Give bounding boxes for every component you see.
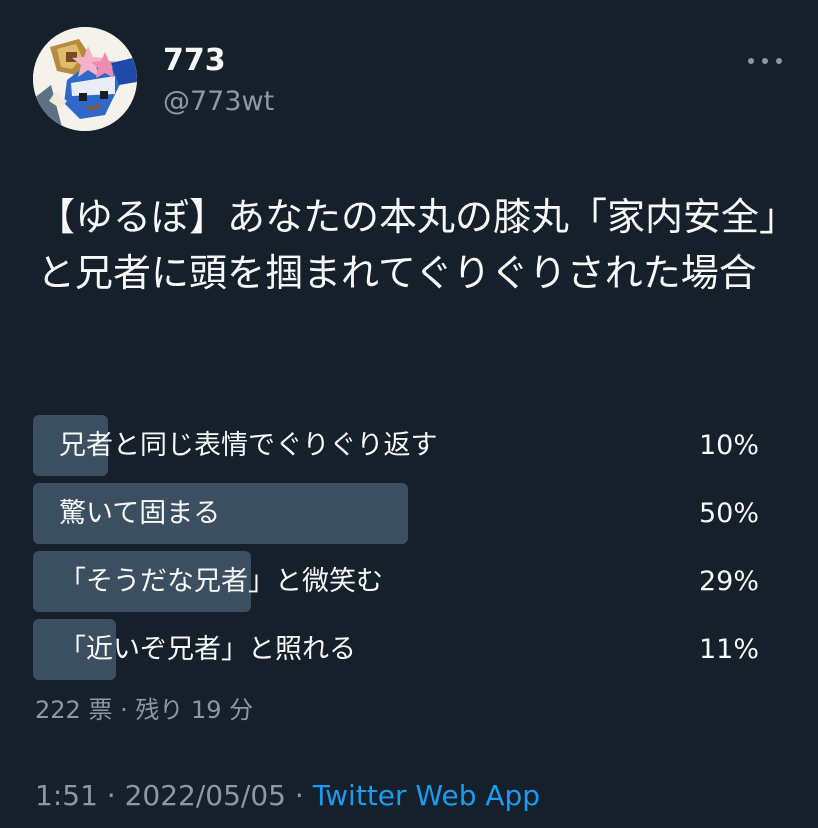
poll-option-percent: 50% — [698, 498, 759, 529]
poll-option-percent: 10% — [698, 430, 759, 461]
poll-option-label: 兄者と同じ表情でぐりぐり返す — [59, 430, 438, 461]
poll-option-label: 驚いて固まる — [59, 498, 221, 529]
more-horizontal-icon[interactable] — [748, 51, 782, 71]
display-name[interactable]: 773 — [163, 43, 226, 79]
timestamp-separator: · — [285, 779, 313, 812]
tweet-text: 【ゆるぼ】あなたの本丸の膝丸「家内安全」と兄者に頭を掴まれてぐりぐりされた場合 — [37, 195, 779, 295]
more-dot — [762, 58, 768, 64]
handle[interactable]: @773wt — [163, 85, 274, 119]
more-dot — [748, 58, 754, 64]
source-app-link[interactable]: Twitter Web App — [313, 779, 540, 812]
tweet-timestamp: 1:51 · 2022/05/05 · Twitter Web App — [35, 778, 540, 814]
more-dot — [776, 58, 782, 64]
poll-option-percent: 29% — [698, 566, 759, 597]
poll-option: 「近いぞ兄者」と照れる 11% — [33, 619, 759, 680]
avatar-image — [33, 27, 137, 131]
poll-option-percent: 11% — [698, 634, 759, 665]
tweet-time[interactable]: 1:51 — [35, 779, 98, 812]
tweet-date[interactable]: 2022/05/05 — [125, 779, 286, 812]
poll-remaining: 残り 19 分 — [135, 696, 254, 724]
poll-option-label: 「近いぞ兄者」と照れる — [59, 634, 356, 665]
avatar[interactable] — [33, 27, 137, 131]
timestamp-separator: · — [97, 779, 125, 812]
poll-option: 驚いて固まる 50% — [33, 483, 759, 544]
poll-option-label: 「そうだな兄者」と微笑む — [59, 566, 383, 597]
poll: 兄者と同じ表情でぐりぐり返す 10% 驚いて固まる 50% 「そうだな兄者」と微… — [33, 415, 759, 687]
poll-option: 兄者と同じ表情でぐりぐり返す 10% — [33, 415, 759, 476]
poll-meta: 222 票 · 残り 19 分 — [35, 694, 253, 726]
meta-separator: · — [112, 696, 136, 724]
poll-votes: 222 票 — [35, 696, 113, 724]
poll-option: 「そうだな兄者」と微笑む 29% — [33, 551, 759, 612]
